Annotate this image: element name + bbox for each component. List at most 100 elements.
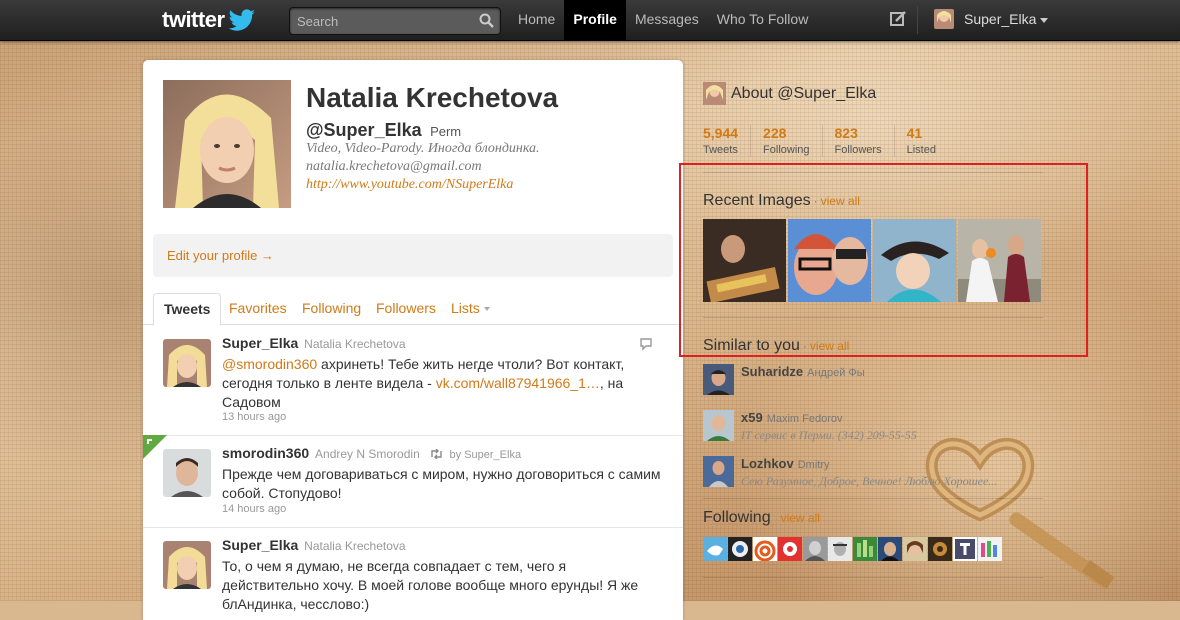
retweeted-by[interactable]: by Super_Elka bbox=[450, 449, 522, 461]
profile-sidebar: About @Super_Elka 5,944 Tweets 228 Follo… bbox=[703, 70, 1043, 601]
stat-tweets-count: 5,944 bbox=[703, 125, 739, 141]
similar-user-avatar[interactable] bbox=[703, 364, 734, 395]
search-box bbox=[289, 7, 501, 35]
profile-location: Perm bbox=[430, 124, 462, 139]
nav-who-to-follow[interactable]: Who To Follow bbox=[708, 0, 818, 40]
stat-tweets[interactable]: 5,944 Tweets bbox=[703, 125, 752, 157]
user-menu[interactable]: Super_Elka bbox=[934, 9, 1049, 29]
recent-images-view-all[interactable]: view all bbox=[821, 194, 860, 208]
divider bbox=[703, 317, 1043, 318]
recent-image-thumb[interactable] bbox=[703, 219, 786, 302]
following-avatar[interactable] bbox=[728, 537, 752, 561]
tab-followers[interactable]: Followers bbox=[376, 293, 436, 323]
profile-avatar[interactable] bbox=[163, 80, 291, 208]
user-menu-name: Super_Elka bbox=[964, 11, 1037, 27]
similar-user-screenname[interactable]: Suharidze bbox=[741, 364, 803, 379]
following-avatar[interactable] bbox=[753, 537, 777, 561]
following-avatar[interactable] bbox=[928, 537, 952, 561]
following-view-all[interactable]: view all bbox=[781, 511, 820, 525]
recent-image-thumb[interactable] bbox=[788, 219, 871, 302]
stat-following[interactable]: 228 Following bbox=[763, 125, 823, 157]
recent-image-thumb[interactable] bbox=[958, 219, 1041, 302]
stat-followers[interactable]: 823 Followers bbox=[835, 125, 895, 157]
separator-dot: · bbox=[802, 339, 807, 353]
following-avatar[interactable] bbox=[778, 537, 802, 561]
similar-user-screenname[interactable]: Lozhkov bbox=[741, 456, 794, 471]
similar-user-name-line: Suharidze Андрей Фы bbox=[741, 364, 865, 379]
bio-email: natalia.krechetova@gmail.com bbox=[306, 159, 482, 174]
similar-user-fullname: Андрей Фы bbox=[807, 367, 865, 379]
tab-favorites[interactable]: Favorites bbox=[229, 293, 287, 323]
stat-listed[interactable]: 41 Listed bbox=[907, 125, 948, 157]
following-avatar[interactable] bbox=[703, 537, 727, 561]
recent-image-thumb[interactable] bbox=[873, 219, 956, 302]
about-avatar[interactable] bbox=[703, 82, 726, 105]
separator-dot: · bbox=[813, 194, 818, 208]
search-input[interactable] bbox=[290, 8, 475, 34]
tab-lists[interactable]: Lists bbox=[451, 293, 490, 323]
following-avatar[interactable] bbox=[978, 537, 1002, 561]
following-title: Following bbox=[703, 509, 771, 526]
tweet-header: Super_Elka Natalia Krechetova bbox=[222, 537, 406, 553]
nav-messages[interactable]: Messages bbox=[626, 0, 708, 40]
reply-icon[interactable] bbox=[639, 337, 653, 351]
compose-tweet-icon[interactable] bbox=[889, 10, 907, 28]
top-bar: twitter Home Profile Messages Who To Fol… bbox=[0, 0, 1180, 41]
edit-profile-link[interactable]: Edit your profile → bbox=[167, 248, 274, 263]
following-avatar[interactable] bbox=[953, 537, 977, 561]
following-avatar[interactable] bbox=[878, 537, 902, 561]
logo-text: twitter bbox=[162, 7, 225, 32]
tweet-mention-link[interactable]: @smorodin360 bbox=[222, 356, 317, 372]
similar-user-item[interactable]: Suharidze Андрей Фы bbox=[703, 364, 1043, 400]
similar-view-all[interactable]: view all bbox=[810, 339, 849, 353]
tweet-avatar[interactable] bbox=[163, 339, 211, 387]
similar-user-avatar[interactable] bbox=[703, 456, 734, 487]
tweet-item[interactable]: Super_Elka Natalia Krechetova То, о чем … bbox=[143, 527, 683, 620]
profile-name: Natalia Krechetova bbox=[306, 82, 559, 113]
stat-following-count: 228 bbox=[763, 125, 787, 141]
stat-followers-count: 823 bbox=[834, 125, 858, 141]
following-avatars bbox=[703, 537, 1002, 561]
similar-header: Similar to you · view all bbox=[703, 337, 849, 355]
tab-lists-label: Lists bbox=[451, 300, 480, 316]
tweet-text: @smorodin360 ахринеть! Тебе жить негде ч… bbox=[222, 355, 662, 412]
divider bbox=[703, 498, 1043, 499]
tweet-username[interactable]: Super_Elka bbox=[222, 335, 298, 351]
twitter-logo[interactable]: twitter bbox=[162, 7, 256, 33]
recent-images-grid bbox=[703, 219, 1041, 302]
chevron-down-icon bbox=[1040, 17, 1049, 23]
tweet-fullname: Natalia Krechetova bbox=[304, 539, 406, 553]
following-avatar[interactable] bbox=[828, 537, 852, 561]
tweet-username[interactable]: smorodin360 bbox=[222, 445, 309, 461]
tab-tweets[interactable]: Tweets bbox=[153, 293, 222, 326]
tweet-url-link[interactable]: vk.com/wall87941966_1… bbox=[436, 375, 600, 391]
search-icon[interactable] bbox=[479, 13, 494, 28]
similar-user-name-line: x59 Maxim Fedorov bbox=[741, 410, 843, 425]
nav-profile[interactable]: Profile bbox=[564, 0, 626, 40]
tweet-timestamp[interactable]: 14 hours ago bbox=[222, 503, 286, 515]
divider bbox=[703, 577, 1043, 578]
tweet-username[interactable]: Super_Elka bbox=[222, 537, 298, 553]
tweet-avatar[interactable] bbox=[163, 449, 211, 497]
tab-following[interactable]: Following bbox=[302, 293, 361, 323]
tweet-item[interactable]: Super_Elka Natalia Krechetova @smorodin3… bbox=[143, 325, 683, 436]
similar-user-item[interactable]: Lozhkov Dmitry Сею Разумное, Доброе, Вечн… bbox=[703, 456, 1043, 492]
similar-user-avatar[interactable] bbox=[703, 410, 734, 441]
tweet-text: Прежде чем договариваться с миром, нужно… bbox=[222, 466, 661, 501]
handle-line: @Super_Elka Perm bbox=[306, 120, 461, 141]
profile-url-link[interactable]: http://www.youtube.com/NSuperElka bbox=[306, 176, 540, 194]
tweet-item[interactable]: smorodin360 Andrey N Smorodin by Super_E… bbox=[143, 435, 683, 528]
recent-images-header: Recent Images · view all bbox=[703, 192, 860, 210]
tweet-timestamp[interactable]: 13 hours ago bbox=[222, 411, 286, 423]
chevron-down-icon bbox=[483, 307, 490, 312]
following-avatar[interactable] bbox=[903, 537, 927, 561]
following-avatar[interactable] bbox=[803, 537, 827, 561]
nav-home[interactable]: Home bbox=[509, 0, 564, 40]
tweet-avatar[interactable] bbox=[163, 541, 211, 589]
stat-tweets-label: Tweets bbox=[703, 144, 738, 156]
similar-user-screenname[interactable]: x59 bbox=[741, 410, 763, 425]
following-avatar[interactable] bbox=[853, 537, 877, 561]
bird-icon bbox=[228, 9, 255, 31]
tweet-header: Super_Elka Natalia Krechetova bbox=[222, 335, 406, 351]
similar-user-item[interactable]: x59 Maxim Fedorov IT сервис в Перми. (342… bbox=[703, 410, 1043, 446]
